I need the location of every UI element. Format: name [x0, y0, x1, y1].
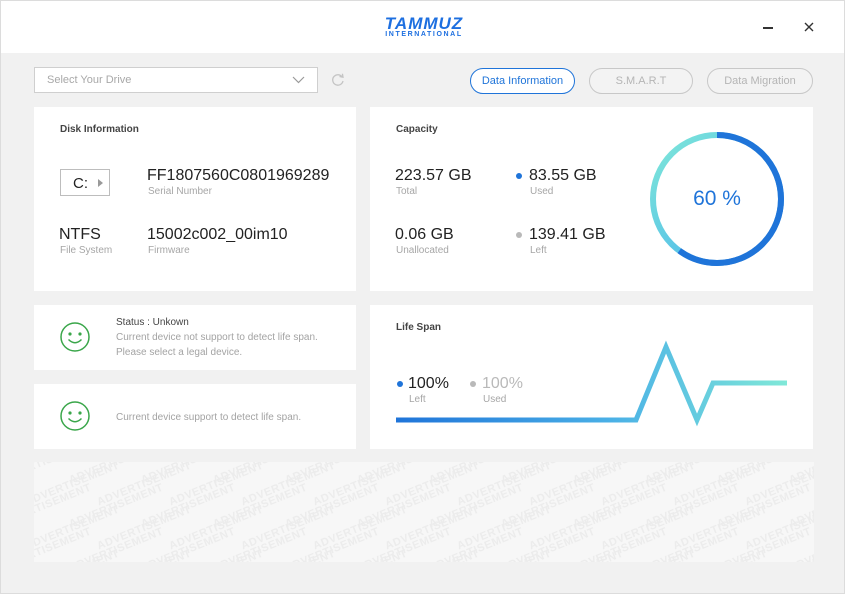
- disk-information-title: Disk Information: [60, 124, 139, 135]
- smile-icon: [60, 322, 90, 352]
- close-button[interactable]: [799, 17, 819, 37]
- total-value: 223.57 GB: [395, 167, 472, 184]
- drive-select-placeholder: Select Your Drive: [47, 74, 132, 86]
- file-system-label: File System: [60, 245, 113, 256]
- used-value: 83.55 GB: [529, 167, 597, 184]
- file-system-value: NTFS: [59, 226, 101, 243]
- firmware-label: Firmware: [148, 245, 190, 256]
- brand-logo: TAMMUZ INTERNATIONAL: [378, 15, 470, 41]
- capacity-card: Capacity 223.57 GB Total 83.55 GB Used 0…: [370, 107, 813, 291]
- logo-sub-text: INTERNATIONAL: [385, 31, 463, 38]
- minimize-icon: [763, 27, 773, 29]
- life-span-graph: [396, 340, 787, 427]
- tab-smart[interactable]: S.M.A.R.T: [589, 68, 693, 94]
- advertisement-area[interactable]: ADVERTISEMENT ADVERTISEMENT ADVERTISEMENT A…: [34, 462, 814, 562]
- used-dot: [516, 173, 522, 179]
- refresh-icon[interactable]: [331, 73, 345, 87]
- firmware-value: 15002c002_00im10: [147, 226, 288, 243]
- drive-letter: C:: [73, 175, 88, 192]
- status-line-1: Current device not support to detect lif…: [116, 332, 318, 343]
- status-supported-text: Current device support to detect life sp…: [116, 412, 302, 423]
- minimize-button[interactable]: [758, 17, 778, 37]
- life-span-line: [396, 340, 787, 427]
- left-label: Left: [530, 245, 547, 256]
- total-label: Total: [396, 186, 418, 197]
- serial-number-label: Serial Number: [148, 186, 212, 197]
- life-span-card: Life Span 100% Left 100% Used: [370, 305, 813, 449]
- unallocated-value: 0.06 GB: [395, 226, 454, 243]
- chevron-down-icon: [292, 76, 305, 84]
- serial-number-value: FF1807560C0801969289: [147, 167, 330, 184]
- close-icon: [804, 22, 814, 32]
- status-supported-card: Current device support to detect life sp…: [34, 384, 356, 449]
- drive-select[interactable]: Select Your Drive: [34, 67, 318, 93]
- title-bar: TAMMUZ INTERNATIONAL: [1, 1, 844, 53]
- used-label: Used: [530, 186, 554, 197]
- status-title: Status : Unkown: [116, 317, 189, 328]
- app-window: TAMMUZ INTERNATIONAL Select Your Drive D…: [0, 0, 845, 594]
- tab-data-information[interactable]: Data Information: [470, 68, 575, 94]
- capacity-percent: 60 %: [693, 187, 741, 210]
- left-dot: [516, 232, 522, 238]
- status-unknown-card: Status : Unkown Current device not suppo…: [34, 305, 356, 370]
- capacity-title: Capacity: [396, 124, 438, 135]
- unallocated-label: Unallocated: [396, 245, 449, 256]
- drive-letter-selector[interactable]: C:: [60, 169, 110, 196]
- tab-data-migration[interactable]: Data Migration: [707, 68, 813, 94]
- status-line-2: Please select a legal device.: [116, 347, 243, 358]
- chevron-right-icon: [98, 179, 103, 187]
- smile-icon: [60, 401, 90, 431]
- left-value: 139.41 GB: [529, 226, 606, 243]
- disk-information-card: Disk Information C: FF1807560C0801969289…: [34, 107, 356, 291]
